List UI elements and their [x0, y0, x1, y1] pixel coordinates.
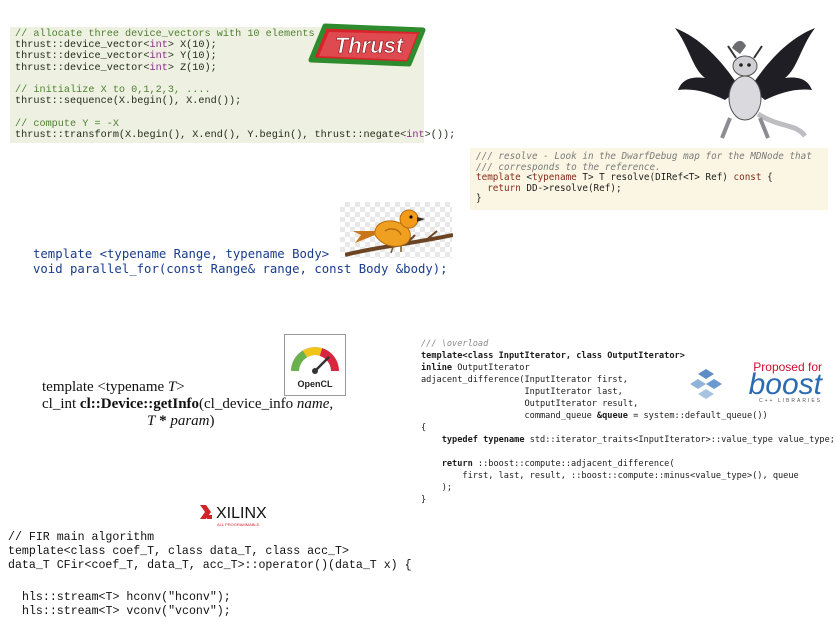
code-token: > X(10); [167, 40, 217, 52]
code-line: template <typename Range, typename Body> [33, 247, 330, 261]
code-token: OutputIterator [452, 363, 530, 373]
code-line: template<class coef_T, class data_T, cla… [8, 545, 349, 558]
code-keyword: typename [531, 172, 577, 184]
code-line: adjacent_difference(InputIterator first, [421, 375, 628, 385]
code-token: < [520, 172, 532, 184]
code-token: DD->resolve(Ref); [520, 182, 622, 194]
boost-logo: Proposed for boost C++ LIBRARIES [682, 358, 828, 404]
code-token: * [155, 413, 171, 429]
code-line: } [421, 495, 427, 505]
code-token: { [761, 172, 773, 184]
boost-comment: /// \overload [421, 339, 489, 349]
xilinx-code-block-2: hls::stream<T> hconv("hconv"); hls::stre… [22, 591, 231, 619]
code-function: cl::Device::getInfo [79, 396, 200, 412]
code-keyword: const [733, 172, 762, 184]
code-line: data_T CFir<coef_T, data_T, acc_T>::oper… [8, 559, 412, 572]
code-keyword: return [441, 459, 473, 469]
code-token: template <typename [42, 379, 168, 395]
code-line: first, last, result, ::boost::compute::m… [421, 471, 799, 481]
code-token: > Y(10); [167, 51, 217, 63]
code-token: } [476, 193, 482, 205]
thrust-comment: // compute Y = -X [15, 118, 119, 130]
code-token: thrust::transform(X.begin(), X.end(), Y.… [15, 129, 407, 141]
boost-logo-text: boost [749, 368, 824, 401]
code-token: thrust::device_vector< [15, 62, 150, 74]
code-keyword: template [476, 172, 521, 184]
code-token: thrust::device_vector< [15, 40, 150, 52]
thrust-comment: // initialize X to 0,1,2,3, .... [15, 85, 211, 97]
tbb-code-block: template <typename Range, typename Body>… [33, 247, 448, 277]
code-line: hls::stream<T> hconv("hconv"); [22, 591, 231, 604]
code-line: // FIR main algorithm [8, 531, 155, 544]
xilinx-logo: XILINX ALL PROGRAMMABLE. [200, 505, 267, 527]
thrust-logo: Thrust [308, 23, 426, 67]
code-keyword: int [149, 51, 168, 63]
code-token: T> T resolve(DIRef<T> Ref) [576, 172, 734, 184]
code-token: > [176, 379, 185, 395]
code-token: ::boost::compute::adjacent_difference( [472, 459, 675, 469]
code-line: { [421, 423, 427, 433]
code-line: ); [421, 483, 453, 493]
code-line: OutputIterator result, [421, 399, 639, 409]
llvm-comment: /// resolve - Look in the DwarfDebug map… [476, 151, 812, 162]
code-line: template<class InputIterator, class Outp… [421, 351, 685, 361]
llvm-code-panel: /// resolve - Look in the DwarfDebug map… [470, 148, 828, 210]
code-token: name [296, 396, 330, 412]
code-token: cl_int [42, 396, 80, 412]
code-token: &queue [596, 411, 628, 421]
thrust-logo-text: Thrust [335, 33, 405, 58]
code-line: InputIterator last, [421, 387, 623, 397]
code-token: T [167, 379, 177, 395]
code-keyword: int [149, 62, 168, 74]
code-line: void parallel_for(const Range& range, co… [33, 262, 448, 276]
code-token: param [170, 413, 210, 429]
code-token: command_queue [421, 411, 597, 421]
code-token: > Z(10); [167, 62, 217, 74]
boost-logo-sub: C++ LIBRARIES [759, 398, 822, 404]
code-keyword: typedef [441, 435, 478, 445]
code-keyword: inline [421, 363, 453, 373]
opencl-code-block: template <typename T> cl_int cl::Device:… [42, 379, 333, 430]
code-token: thrust::sequence(X.begin(), X.end()); [15, 96, 242, 108]
code-keyword: int [149, 40, 168, 52]
code-line: hls::stream<T> vconv("vconv"); [22, 605, 231, 618]
code-token: = system::default_queue()) [627, 411, 768, 421]
xilinx-logo-text: XILINX [216, 505, 267, 522]
thrust-comment: // allocate three device_vectors with 10… [15, 29, 315, 40]
llvm-comment: /// corresponds to the reference. [476, 161, 661, 173]
code-keyword: typename [483, 435, 525, 445]
code-token: std::iterator_traits<InputIterator>::val… [524, 435, 835, 445]
code-keyword: int [406, 129, 425, 141]
code-token: >()); [424, 129, 456, 141]
xilinx-code-block: // FIR main algorithm template<class coe… [8, 531, 412, 573]
code-token: ) [209, 413, 215, 429]
code-token: , [329, 396, 334, 412]
code-token: thrust::device_vector< [15, 51, 150, 63]
llvm-dragon-logo [675, 28, 815, 139]
xilinx-logo-sub: ALL PROGRAMMABLE. [217, 522, 260, 527]
llvm-code-block: /// resolve - Look in the DwarfDebug map… [476, 151, 812, 205]
code-token: (cl_device_info [199, 396, 297, 412]
code-keyword: return [487, 182, 521, 194]
